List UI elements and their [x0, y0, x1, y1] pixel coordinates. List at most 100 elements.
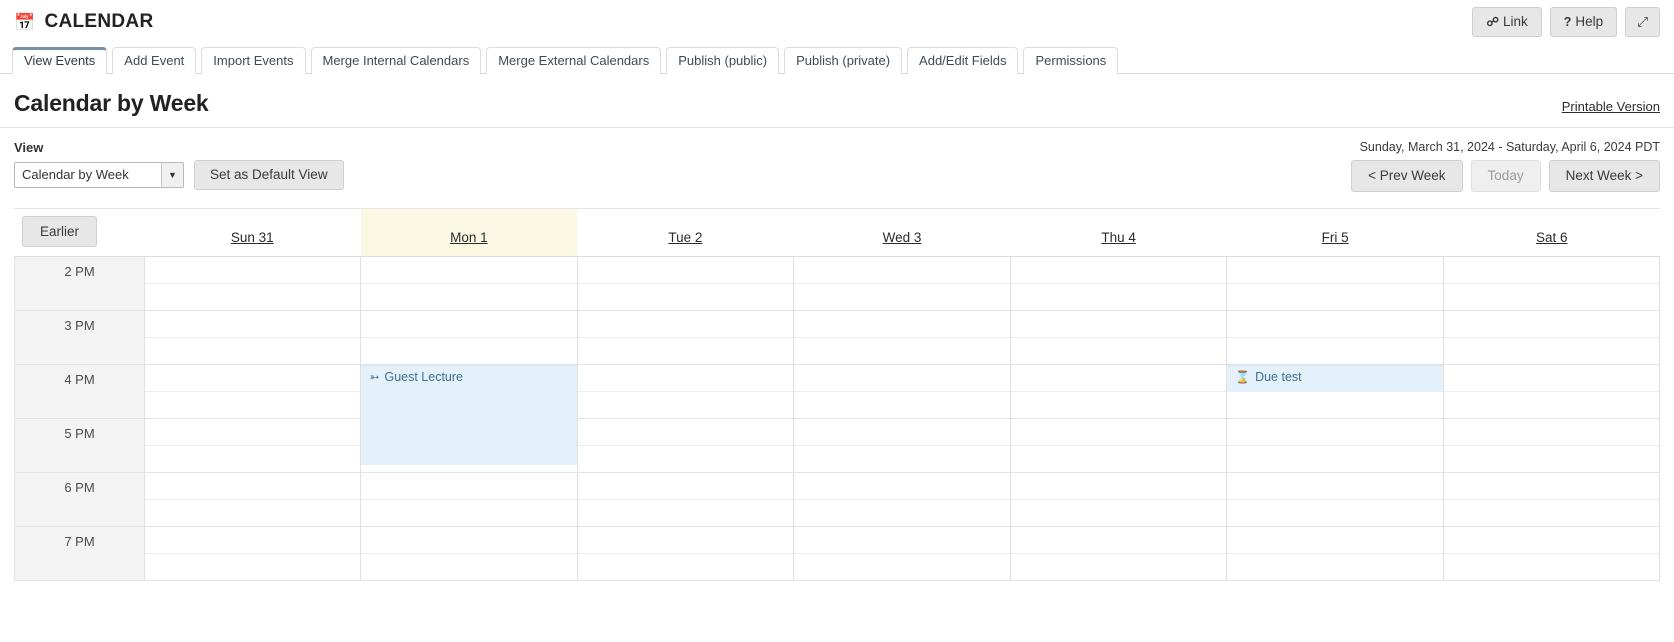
time-slot[interactable]	[1227, 500, 1443, 527]
time-slot[interactable]	[145, 419, 361, 446]
time-slot[interactable]	[1443, 527, 1659, 554]
time-slot[interactable]	[1443, 257, 1659, 284]
time-slot[interactable]	[1010, 311, 1227, 338]
time-slot[interactable]	[145, 365, 361, 392]
time-slot[interactable]	[1227, 527, 1443, 554]
today-button[interactable]: Today	[1470, 160, 1541, 192]
time-slot[interactable]	[1227, 446, 1443, 473]
time-slot[interactable]	[577, 446, 794, 473]
day-link[interactable]: Wed 3	[883, 230, 922, 245]
time-slot[interactable]	[577, 527, 794, 554]
calendar-event-guest-lecture[interactable]: ➳ Guest Lecture	[361, 364, 577, 465]
time-slot[interactable]	[1010, 527, 1227, 554]
tab-publish-public[interactable]: Publish (public)	[666, 47, 780, 74]
time-slot[interactable]	[1227, 419, 1443, 446]
time-slot[interactable]	[577, 554, 794, 581]
time-slot[interactable]	[794, 527, 1010, 554]
time-slot[interactable]	[361, 527, 577, 554]
day-column-sat-6[interactable]	[1443, 256, 1660, 581]
time-slot[interactable]	[794, 284, 1010, 311]
time-slot[interactable]	[1227, 473, 1443, 500]
time-slot[interactable]	[577, 284, 794, 311]
day-column-fri-5[interactable]: ⌛ Due test	[1227, 256, 1444, 581]
time-slot[interactable]	[361, 500, 577, 527]
time-slot[interactable]	[794, 311, 1010, 338]
time-slot[interactable]	[1443, 392, 1659, 419]
time-slot[interactable]	[794, 338, 1010, 365]
time-slot[interactable]	[794, 554, 1010, 581]
time-slot[interactable]	[1010, 473, 1227, 500]
time-slot[interactable]	[145, 500, 361, 527]
day-link[interactable]: Thu 4	[1101, 230, 1136, 245]
time-slot[interactable]	[1227, 311, 1443, 338]
time-slot[interactable]	[794, 446, 1010, 473]
time-slot[interactable]	[1443, 311, 1659, 338]
time-slot[interactable]	[1010, 365, 1227, 392]
next-week-button[interactable]: Next Week >	[1548, 160, 1660, 192]
time-slot[interactable]	[145, 554, 361, 581]
time-slot[interactable]	[1010, 392, 1227, 419]
day-link[interactable]: Sat 6	[1536, 230, 1568, 245]
time-slot[interactable]	[794, 500, 1010, 527]
time-slot[interactable]	[1227, 392, 1443, 419]
day-link[interactable]: Mon 1	[450, 230, 488, 245]
time-slot[interactable]	[577, 257, 794, 284]
time-slot[interactable]	[794, 257, 1010, 284]
expand-button[interactable]: ⤢	[1625, 7, 1660, 37]
help-button[interactable]: ? Help	[1549, 7, 1618, 37]
time-slot[interactable]	[794, 473, 1010, 500]
time-slot[interactable]	[361, 338, 577, 365]
time-slot[interactable]	[577, 473, 794, 500]
time-slot[interactable]	[1010, 446, 1227, 473]
time-slot[interactable]	[361, 554, 577, 581]
tab-view-events[interactable]: View Events	[12, 47, 108, 75]
time-slot[interactable]	[1443, 419, 1659, 446]
time-slot[interactable]	[1010, 500, 1227, 527]
time-slot[interactable]	[145, 257, 361, 284]
time-slot[interactable]	[361, 257, 577, 284]
time-slot[interactable]	[577, 338, 794, 365]
time-slot[interactable]	[1010, 419, 1227, 446]
time-slot[interactable]	[145, 284, 361, 311]
time-slot[interactable]	[361, 311, 577, 338]
time-slot[interactable]	[1443, 365, 1659, 392]
day-column-wed-3[interactable]	[794, 256, 1011, 581]
time-slot[interactable]	[1443, 338, 1659, 365]
tab-add-edit-fields[interactable]: Add/Edit Fields	[907, 47, 1019, 74]
tab-permissions[interactable]: Permissions	[1023, 47, 1119, 74]
time-slot[interactable]	[145, 527, 361, 554]
tab-import-events[interactable]: Import Events	[201, 47, 306, 74]
time-slot[interactable]	[1227, 338, 1443, 365]
time-slot[interactable]	[577, 311, 794, 338]
day-column-sun-31[interactable]	[145, 256, 362, 581]
time-slot[interactable]	[145, 311, 361, 338]
time-slot[interactable]	[577, 365, 794, 392]
time-slot[interactable]	[1443, 446, 1659, 473]
time-slot[interactable]	[1010, 338, 1227, 365]
calendar-event-due-test[interactable]: ⌛ Due test	[1227, 364, 1443, 392]
tab-add-event[interactable]: Add Event	[112, 47, 197, 74]
day-column-tue-2[interactable]	[577, 256, 795, 581]
tab-publish-private[interactable]: Publish (private)	[784, 47, 903, 74]
day-link[interactable]: Sun 31	[231, 230, 274, 245]
time-slot[interactable]	[577, 500, 794, 527]
time-slot[interactable]	[1443, 284, 1659, 311]
earlier-button[interactable]: Earlier	[22, 215, 98, 248]
time-slot[interactable]	[1227, 257, 1443, 284]
time-slot[interactable]	[1010, 554, 1227, 581]
tab-merge-external-calendars[interactable]: Merge External Calendars	[486, 47, 662, 74]
time-slot[interactable]	[794, 419, 1010, 446]
time-slot[interactable]	[1227, 554, 1443, 581]
printable-version-link[interactable]: Printable Version	[1562, 99, 1660, 117]
view-select[interactable]: Calendar by Week ▼	[14, 161, 184, 188]
day-column-thu-4[interactable]	[1010, 256, 1228, 581]
time-slot[interactable]	[145, 338, 361, 365]
time-slot[interactable]	[1443, 554, 1659, 581]
prev-week-button[interactable]: < Prev Week	[1351, 160, 1463, 192]
link-button[interactable]: ☍ Link	[1472, 7, 1542, 37]
time-slot[interactable]	[794, 392, 1010, 419]
time-slot[interactable]	[361, 473, 577, 500]
time-slot[interactable]	[1443, 500, 1659, 527]
time-slot[interactable]	[794, 365, 1010, 392]
time-slot[interactable]	[145, 446, 361, 473]
